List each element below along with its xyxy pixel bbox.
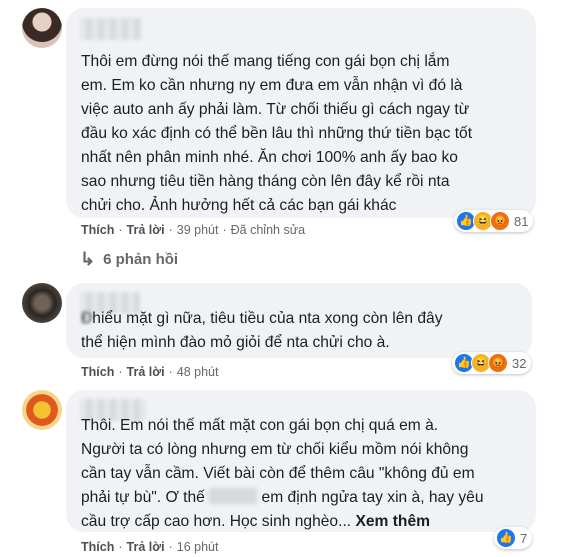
redacted-word [209,488,258,504]
edited-label: Đã chỉnh sửa [230,223,306,237]
like-button[interactable]: Thích [81,365,114,379]
reply-arrow-icon: ↳ [80,249,96,269]
timestamp[interactable]: 39 phút [177,223,219,237]
avatar[interactable] [22,8,62,48]
like-button[interactable]: Thích [81,540,114,554]
view-replies-button[interactable]: ↳ 6 phản hồi [80,249,178,270]
commenter-name-redacted[interactable] [80,18,142,40]
replies-count: 6 phản hồi [103,251,179,268]
like-button[interactable]: Thích [81,223,114,237]
like-icon: 👍 [496,528,516,548]
comment-actions: Thích · Trả lời · 16 phút [81,540,219,554]
reaction-count: 32 [512,355,527,371]
timestamp[interactable]: 48 phút [177,365,219,379]
reply-button[interactable]: Trả lời [127,223,165,237]
comment-actions: Thích · Trả lời · 48 phút [81,365,219,379]
reaction-summary[interactable]: 👍 😆 😡 81 [454,210,534,232]
angry-icon: 😡 [490,211,510,231]
comment-text: Thôi em đừng nói thế mang tiếng con gái … [81,53,473,214]
reaction-summary[interactable]: 👍 7 [494,527,533,549]
comment-actions: Thích · Trả lời · 39 phút · Đã chỉnh sửa [81,223,306,237]
reply-button[interactable]: Trả lời [127,540,165,554]
angry-icon: 😡 [488,353,508,373]
reply-button[interactable]: Trả lời [127,365,165,379]
comment-text: Đhiểu mặt gì nữa, tiêu tiều của nta xong… [81,310,443,351]
avatar[interactable] [22,283,62,323]
reaction-count: 7 [520,530,528,546]
reaction-summary[interactable]: 👍 😆 😡 32 [452,352,532,374]
timestamp[interactable]: 16 phút [177,540,219,554]
comment-text: Thôi. Em nói thế mất mặt con gái bọn chị… [81,417,484,530]
reaction-count: 81 [514,213,529,229]
see-more-link[interactable]: Xem thêm [355,513,430,530]
avatar[interactable] [22,390,62,430]
